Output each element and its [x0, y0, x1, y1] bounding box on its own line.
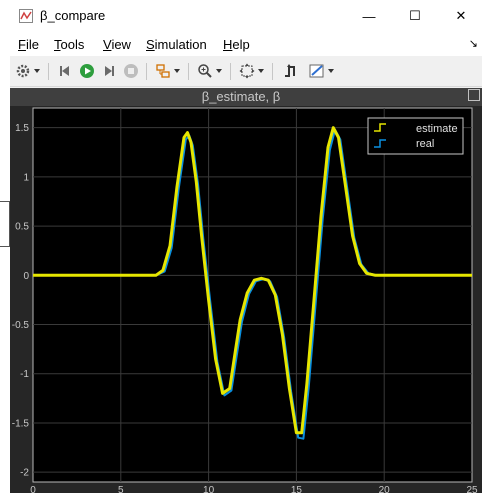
x-tick-label: 10 — [203, 485, 215, 493]
close-icon: ✕ — [455, 8, 467, 23]
triggers-icon[interactable] — [282, 62, 300, 80]
menu-overflow-icon[interactable]: ↘ — [469, 37, 478, 50]
y-tick-label: -2 — [20, 468, 29, 479]
scope-window: β_compare — ☐ ✕ File Tools View Simulati… — [10, 0, 482, 496]
y-tick-label: 0.5 — [15, 222, 29, 233]
legend-estimate-label: estimate — [416, 123, 458, 135]
menu-tools[interactable]: Tools — [54, 37, 84, 52]
stop-icon[interactable] — [122, 62, 140, 80]
menu-bar: File Tools View Simulation Help ↘ — [10, 32, 482, 56]
menu-view[interactable]: View — [103, 37, 131, 52]
autoscale-dropdown-icon[interactable] — [256, 62, 266, 80]
highlight-dropdown-icon[interactable] — [172, 62, 182, 80]
style-dropdown-icon[interactable] — [326, 62, 336, 80]
y-tick-label: 0 — [23, 271, 29, 282]
menu-file[interactable]: File — [18, 37, 39, 52]
chart-svg: 0 5 10 15 20 25 -2 -1.5 -1 -0.5 0 0.5 1 1.5 estimate … — [12, 107, 478, 496]
autoscale-icon[interactable] — [238, 62, 256, 80]
legend[interactable]: estimate real — [367, 117, 464, 155]
step-forward-icon[interactable] — [100, 62, 118, 80]
settings-dropdown-icon[interactable] — [32, 62, 42, 80]
minimize-button[interactable]: — — [346, 0, 392, 32]
step-back-icon[interactable] — [56, 62, 74, 80]
x-tick-label: 0 — [30, 485, 36, 493]
y-tick-label: -1.5 — [12, 418, 30, 429]
axes-background — [32, 107, 473, 483]
legend-real-label: real — [416, 138, 434, 150]
menu-simulation[interactable]: Simulation — [146, 37, 207, 52]
zoom-dropdown-icon[interactable] — [214, 62, 224, 80]
undock-icon[interactable] — [468, 89, 480, 101]
menu-help[interactable]: Help — [223, 37, 250, 52]
window-title: β_compare — [40, 8, 106, 23]
zoom-in-icon[interactable] — [196, 62, 214, 80]
close-button[interactable]: ✕ — [438, 0, 482, 32]
style-icon[interactable] — [308, 62, 326, 80]
simulink-scope-icon — [19, 9, 33, 23]
plot-title: β_estimate, β — [201, 89, 281, 104]
x-tick-label: 5 — [118, 485, 124, 493]
maximize-icon: ☐ — [409, 8, 421, 23]
run-icon[interactable] — [78, 62, 96, 80]
y-tick-label: 1.5 — [15, 123, 29, 134]
title-bar[interactable]: β_compare — ☐ ✕ — [10, 0, 482, 32]
y-tick-label: -1 — [20, 369, 29, 380]
y-tick-label: -0.5 — [12, 320, 30, 331]
x-tick-label: 15 — [291, 485, 303, 493]
left-partial-window — [0, 201, 10, 247]
plot-area: 0 5 10 15 20 25 -2 -1.5 -1 -0.5 0 0.5 1 1.5 estimate … — [10, 106, 482, 496]
toolbar — [10, 57, 482, 87]
y-tick-label: 1 — [23, 172, 29, 183]
settings-icon[interactable] — [14, 62, 32, 80]
maximize-button[interactable]: ☐ — [392, 0, 438, 32]
x-tick-label: 25 — [466, 485, 478, 493]
minimize-icon: — — [362, 8, 376, 24]
highlight-simulink-icon[interactable] — [154, 62, 172, 80]
x-tick-label: 20 — [379, 485, 391, 493]
